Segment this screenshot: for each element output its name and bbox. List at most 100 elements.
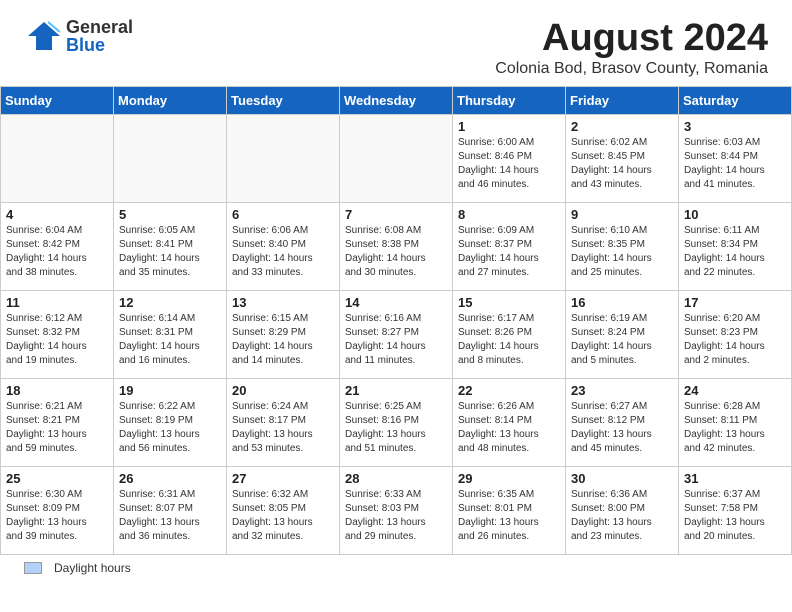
calendar-cell (340, 114, 453, 202)
day-info: Sunrise: 6:05 AM Sunset: 8:41 PM Dayligh… (119, 224, 221, 280)
logo-blue: Blue (66, 36, 133, 54)
day-info: Sunrise: 6:33 AM Sunset: 8:03 PM Dayligh… (345, 488, 447, 544)
calendar-cell: 13Sunrise: 6:15 AM Sunset: 8:29 PM Dayli… (227, 290, 340, 378)
day-info: Sunrise: 6:31 AM Sunset: 8:07 PM Dayligh… (119, 488, 221, 544)
calendar-cell (1, 114, 114, 202)
calendar-row-2: 11 Sunrise: 6:12 AM Sunset: 8:32 PM Dayli… (1, 290, 792, 378)
calendar-cell: 10Sunrise: 6:11 AM Sunset: 8:34 PM Dayli… (679, 202, 792, 290)
day-info: Sunrise: 6:25 AM Sunset: 8:16 PM Dayligh… (345, 400, 447, 456)
day-info: Sunrise: 6:12 AM Sunset: 8:32 PM Dayligh… (6, 312, 108, 368)
day-number: 20 (232, 383, 334, 398)
title-block: August 2024 Colonia Bod, Brasov County, … (495, 18, 768, 78)
day-number: 5 (119, 207, 221, 222)
day-number: 27 (232, 471, 334, 486)
day-info: Sunrise: 6:02 AM Sunset: 8:45 PM Dayligh… (571, 136, 673, 192)
weekday-header-sunday: Sunday (1, 86, 114, 114)
calendar-cell: 27 Sunrise: 6:32 AM Sunset: 8:05 PM Dayli… (227, 466, 340, 554)
day-info: Sunrise: 6:17 AM Sunset: 8:26 PM Dayligh… (458, 312, 560, 368)
weekday-header-friday: Friday (566, 86, 679, 114)
day-number: 12 (119, 295, 221, 310)
day-info: Sunrise: 6:35 AM Sunset: 8:01 PM Dayligh… (458, 488, 560, 544)
day-info: Sunrise: 6:14 AM Sunset: 8:31 PM Dayligh… (119, 312, 221, 368)
page-header: General Blue August 2024 Colonia Bod, Br… (0, 0, 792, 86)
day-info: Sunrise: 6:09 AM Sunset: 8:37 PM Dayligh… (458, 224, 560, 280)
day-number: 31 (684, 471, 786, 486)
location-subtitle: Colonia Bod, Brasov County, Romania (495, 60, 768, 78)
calendar-cell: 31 Sunrise: 6:37 AM Sunset: 7:58 PM Dayli… (679, 466, 792, 554)
day-info: Sunrise: 6:22 AM Sunset: 8:19 PM Dayligh… (119, 400, 221, 456)
day-number: 18 (6, 383, 108, 398)
calendar-cell: 8Sunrise: 6:09 AM Sunset: 8:37 PM Daylig… (453, 202, 566, 290)
logo-general: General (66, 18, 133, 36)
calendar-cell: 25 Sunrise: 6:30 AM Sunset: 8:09 PM Dayli… (1, 466, 114, 554)
day-number: 9 (571, 207, 673, 222)
day-number: 22 (458, 383, 560, 398)
day-number: 28 (345, 471, 447, 486)
day-info: Sunrise: 6:00 AM Sunset: 8:46 PM Dayligh… (458, 136, 560, 192)
day-info: Sunrise: 6:08 AM Sunset: 8:38 PM Dayligh… (345, 224, 447, 280)
day-number: 26 (119, 471, 221, 486)
day-info: Sunrise: 6:30 AM Sunset: 8:09 PM Dayligh… (6, 488, 108, 544)
day-info: Sunrise: 6:03 AM Sunset: 8:44 PM Dayligh… (684, 136, 786, 192)
day-number: 11 (6, 295, 108, 310)
day-number: 3 (684, 119, 786, 134)
calendar-cell: 16 Sunrise: 6:19 AM Sunset: 8:24 PM Dayli… (566, 290, 679, 378)
day-number: 25 (6, 471, 108, 486)
day-number: 19 (119, 383, 221, 398)
day-number: 17 (684, 295, 786, 310)
day-info: Sunrise: 6:16 AM Sunset: 8:27 PM Dayligh… (345, 312, 447, 368)
weekday-header-saturday: Saturday (679, 86, 792, 114)
day-number: 29 (458, 471, 560, 486)
day-info: Sunrise: 6:19 AM Sunset: 8:24 PM Dayligh… (571, 312, 673, 368)
calendar-table: SundayMondayTuesdayWednesdayThursdayFrid… (0, 86, 792, 555)
day-info: Sunrise: 6:10 AM Sunset: 8:35 PM Dayligh… (571, 224, 673, 280)
calendar-cell: 23 Sunrise: 6:27 AM Sunset: 8:12 PM Dayli… (566, 378, 679, 466)
month-title: August 2024 (495, 18, 768, 60)
calendar-footer: Daylight hours (0, 555, 792, 581)
day-info: Sunrise: 6:15 AM Sunset: 8:29 PM Dayligh… (232, 312, 334, 368)
weekday-header-thursday: Thursday (453, 86, 566, 114)
day-info: Sunrise: 6:37 AM Sunset: 7:58 PM Dayligh… (684, 488, 786, 544)
day-number: 16 (571, 295, 673, 310)
weekday-header-tuesday: Tuesday (227, 86, 340, 114)
day-number: 2 (571, 119, 673, 134)
day-number: 23 (571, 383, 673, 398)
calendar-cell: 24Sunrise: 6:28 AM Sunset: 8:11 PM Dayli… (679, 378, 792, 466)
legend-label: Daylight hours (54, 561, 131, 575)
day-number: 4 (6, 207, 108, 222)
calendar-cell: 29 Sunrise: 6:35 AM Sunset: 8:01 PM Dayli… (453, 466, 566, 554)
calendar-cell: 7Sunrise: 6:08 AM Sunset: 8:38 PM Daylig… (340, 202, 453, 290)
calendar-cell: 19 Sunrise: 6:22 AM Sunset: 8:19 PM Dayli… (114, 378, 227, 466)
day-info: Sunrise: 6:32 AM Sunset: 8:05 PM Dayligh… (232, 488, 334, 544)
weekday-header-row: SundayMondayTuesdayWednesdayThursdayFrid… (1, 86, 792, 114)
calendar-cell: 20Sunrise: 6:24 AM Sunset: 8:17 PM Dayli… (227, 378, 340, 466)
weekday-header-monday: Monday (114, 86, 227, 114)
day-info: Sunrise: 6:21 AM Sunset: 8:21 PM Dayligh… (6, 400, 108, 456)
calendar-cell: 15Sunrise: 6:17 AM Sunset: 8:26 PM Dayli… (453, 290, 566, 378)
logo-icon (24, 18, 60, 54)
calendar-cell: 28 Sunrise: 6:33 AM Sunset: 8:03 PM Dayli… (340, 466, 453, 554)
day-number: 1 (458, 119, 560, 134)
day-info: Sunrise: 6:27 AM Sunset: 8:12 PM Dayligh… (571, 400, 673, 456)
calendar-cell: 30Sunrise: 6:36 AM Sunset: 8:00 PM Dayli… (566, 466, 679, 554)
day-number: 6 (232, 207, 334, 222)
calendar-cell: 26 Sunrise: 6:31 AM Sunset: 8:07 PM Dayli… (114, 466, 227, 554)
legend-box (24, 562, 42, 574)
day-number: 21 (345, 383, 447, 398)
calendar-cell: 3 Sunrise: 6:03 AM Sunset: 8:44 PM Daylig… (679, 114, 792, 202)
calendar-row-1: 4 Sunrise: 6:04 AM Sunset: 8:42 PM Daylig… (1, 202, 792, 290)
day-info: Sunrise: 6:04 AM Sunset: 8:42 PM Dayligh… (6, 224, 108, 280)
calendar-cell (227, 114, 340, 202)
weekday-header-wednesday: Wednesday (340, 86, 453, 114)
calendar-cell: 9 Sunrise: 6:10 AM Sunset: 8:35 PM Daylig… (566, 202, 679, 290)
calendar-cell: 5 Sunrise: 6:05 AM Sunset: 8:41 PM Daylig… (114, 202, 227, 290)
logo-text: General Blue (66, 18, 133, 54)
calendar-row-4: 25 Sunrise: 6:30 AM Sunset: 8:09 PM Dayli… (1, 466, 792, 554)
day-number: 10 (684, 207, 786, 222)
calendar-cell: 21 Sunrise: 6:25 AM Sunset: 8:16 PM Dayli… (340, 378, 453, 466)
day-info: Sunrise: 6:20 AM Sunset: 8:23 PM Dayligh… (684, 312, 786, 368)
logo: General Blue (24, 18, 133, 54)
calendar-cell (114, 114, 227, 202)
calendar-cell: 2 Sunrise: 6:02 AM Sunset: 8:45 PM Daylig… (566, 114, 679, 202)
day-number: 30 (571, 471, 673, 486)
